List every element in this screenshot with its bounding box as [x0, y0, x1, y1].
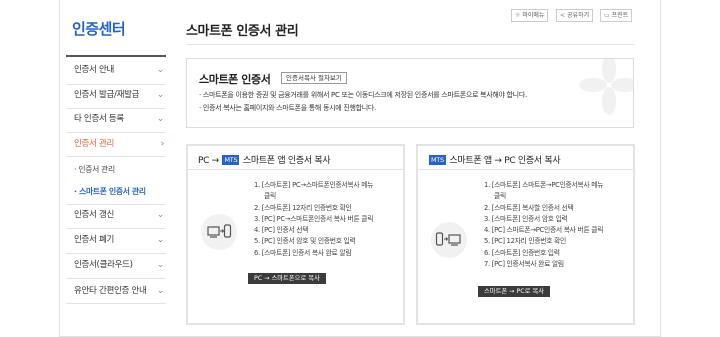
card-divider: [418, 169, 633, 170]
sidebar-subitem-cert-manage[interactable]: · 인증서 관리: [74, 164, 115, 175]
step-item: 6. [스마트폰] 인증번호 입력: [484, 248, 560, 257]
sidebar-item-label: 인증서 발급/재발급: [74, 90, 140, 100]
sidebar-item-label: 인증서 안내: [74, 65, 115, 75]
info-text: · 스마트폰을 이용한 증권 및 금융거래를 위해서 PC 또는 이동디스크에 …: [199, 91, 527, 99]
print-icon: ▭: [604, 12, 610, 19]
chevron-down-icon: ⌄: [156, 210, 165, 220]
sidebar-divider: [66, 108, 166, 109]
sidebar-item-cloud[interactable]: 인증서(클라우드) ⌄: [74, 257, 166, 273]
chevron-down-icon: ⌄: [156, 260, 165, 270]
sidebar-item-cert-manage[interactable]: 인증서 관리 ›: [74, 136, 166, 152]
share-label: 공유하기: [567, 12, 590, 19]
step-item: 2. [스마트폰] 복사할 인증서 선택: [484, 203, 574, 212]
phone-to-pc-icon: [431, 222, 467, 258]
pc-to-mts-card: PC → MTS 스마트폰 앱 인증서 복사 1. [스마트폰] PC→스마트폰…: [186, 144, 405, 325]
page-title: 스마트폰 인증서 관리: [186, 24, 299, 39]
step-text: 클릭: [494, 192, 506, 201]
card-heading-text: 스마트폰 앱 → PC 인증서 복사: [449, 156, 561, 166]
copy-guide-button[interactable]: 인증서복사 절차보기: [281, 72, 347, 84]
sidebar-item-label: 인증서(클라우드): [74, 260, 133, 270]
sidebar-subitem-smartphone-cert[interactable]: · 스마트폰 인증서 관리: [74, 186, 146, 197]
sidebar-item-cert-info[interactable]: 인증서 안내 ⌄: [74, 62, 166, 78]
mts-to-pc-card: MTS 스마트폰 앱 → PC 인증서 복사 1. [스마트폰] 스마트폰→PC…: [416, 144, 635, 325]
my-menu-button[interactable]: ☼ 마이메뉴: [511, 9, 549, 22]
sidebar: 인증센터 인증서 안내 ⌄ 인증서 발급/재발급 ⌄ 타 인증서 등록 ⌄ 인증…: [60, 0, 168, 337]
step-text: 1. [스마트폰] 스마트폰→PC인증서복사 메뉴: [484, 181, 604, 189]
sidebar-item-issue[interactable]: 인증서 발급/재발급 ⌄: [74, 87, 166, 103]
chevron-down-icon: ⌄: [156, 114, 165, 124]
sidebar-item-label: 인증서 폐기: [74, 235, 115, 245]
card-heading: PC → MTS 스마트폰 앱 인증서 복사: [198, 153, 331, 166]
step-item: 3. [스마트폰] 인증서 암호 입력: [484, 214, 568, 223]
sidebar-divider: [66, 84, 166, 85]
sidebar-divider: [66, 303, 166, 304]
sidebar-item-label: 유안타 간편인증 안내: [74, 286, 147, 296]
sidebar-item-renew[interactable]: 인증서 갱신 ⌄: [74, 207, 166, 223]
step-item: 4. [PC] 스마트폰→PC인증서 복사 버튼 클릭: [484, 226, 604, 235]
sidebar-title: 인증센터: [72, 20, 126, 38]
step-item: 1. [스마트폰] PC→스마트폰인증서복사 메뉴클릭: [254, 180, 373, 203]
chevron-down-icon: ⌄: [156, 286, 165, 296]
copy-steps-list: 1. [스마트폰] PC→스마트폰인증서복사 메뉴클릭 2. [스마트폰] 12…: [254, 180, 373, 259]
flower-decoration-icon: [579, 59, 633, 115]
print-button[interactable]: ▭ 프린트: [600, 9, 633, 22]
title-divider: [186, 44, 634, 45]
step-item: 5. [PC] 인증서 암호 및 인증번호 입력: [254, 237, 356, 246]
mts-badge: MTS: [429, 155, 446, 165]
step-item: 7. [PC] 인증서복사 완료 알림: [484, 260, 564, 269]
sidebar-item-label: 인증서 관리: [74, 139, 115, 149]
sidebar-divider: [66, 228, 166, 229]
card-heading: MTS 스마트폰 앱 → PC 인증서 복사: [428, 153, 561, 166]
print-label: 프린트: [611, 12, 629, 19]
step-item: 4. [PC] 인증서 선택: [254, 226, 309, 235]
sidebar-item-register-other[interactable]: 타 인증서 등록 ⌄: [74, 111, 166, 127]
card-divider: [188, 169, 403, 170]
step-item: 5. [PC] 12자리 인증번호 확인: [484, 237, 566, 246]
sidebar-divider: [66, 253, 166, 254]
chevron-down-icon: ⌄: [156, 90, 165, 100]
copy-steps-list: 1. [스마트폰] 스마트폰→PC인증서복사 메뉴클릭 2. [스마트폰] 복사…: [484, 180, 603, 270]
sidebar-divider: [66, 132, 166, 133]
pc-to-smartphone-copy-button[interactable]: PC → 스마트폰으로 복사: [248, 273, 326, 284]
card-heading-prefix: PC →: [198, 156, 219, 166]
info-text: · 인증서 복사는 홈페이지와 스마트폰을 통해 동시에 진행합니다.: [199, 104, 376, 112]
star-icon: ☼: [515, 12, 521, 19]
sidebar-item-label: 타 인증서 등록: [74, 114, 124, 124]
sidebar-divider: [66, 278, 166, 279]
info-box: 스마트폰 인증서 인증서복사 절차보기 · 스마트폰을 이용한 증권 및 금융거…: [186, 58, 634, 128]
sidebar-divider: [66, 204, 166, 205]
step-text: 1. [스마트폰] PC→스마트폰인증서복사 메뉴: [254, 181, 374, 189]
step-item: 6. [스마트폰] 인증서 복사 완료 알림: [254, 248, 352, 257]
step-item: 1. [스마트폰] 스마트폰→PC인증서복사 메뉴클릭: [484, 180, 603, 203]
sidebar-item-simple-auth[interactable]: 유안타 간편인증 안내 ⌄: [74, 283, 166, 299]
sidebar-item-label: 인증서 갱신: [74, 210, 115, 220]
step-item: 3. [PC] PC→스마트폰인증서 복사 버튼 클릭: [254, 214, 374, 223]
step-text: 클릭: [264, 192, 276, 201]
mts-badge: MTS: [222, 155, 240, 165]
smartphone-to-pc-copy-button[interactable]: 스마트폰 → PC로 복사: [478, 286, 551, 297]
share-button[interactable]: < 공유하기: [556, 9, 594, 22]
chevron-down-icon: ⌄: [156, 65, 165, 75]
sidebar-item-revoke[interactable]: 인증서 폐기 ⌄: [74, 232, 166, 248]
step-item: 2. [스마트폰] 12자리 인증번호 확인: [254, 203, 352, 212]
card-heading-text: 스마트폰 앱 인증서 복사: [242, 156, 331, 166]
sidebar-divider: [66, 55, 166, 57]
my-menu-label: 마이메뉴: [522, 12, 545, 19]
pc-to-phone-icon: [201, 214, 237, 250]
info-heading: 스마트폰 인증서: [199, 73, 271, 86]
share-icon: <: [560, 12, 566, 19]
chevron-down-icon: ⌄: [156, 235, 165, 245]
sidebar-divider: [66, 156, 166, 157]
chevron-right-icon: ›: [160, 139, 165, 149]
